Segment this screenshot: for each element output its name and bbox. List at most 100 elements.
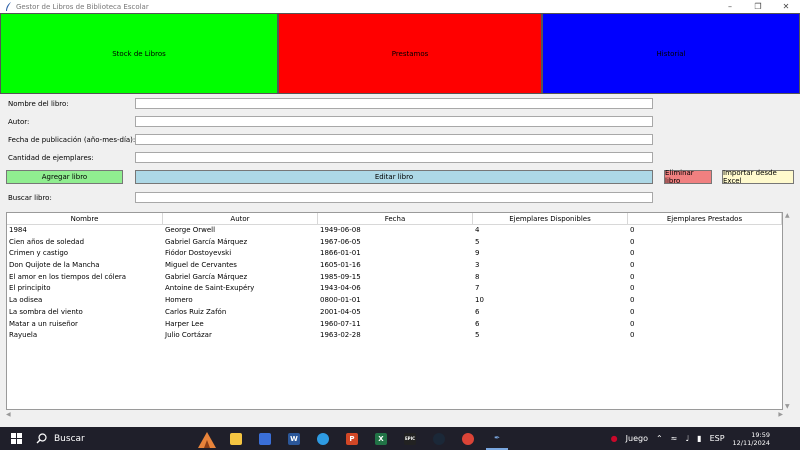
table-row[interactable]: El amor en los tiempos del cólera Gabriel… xyxy=(7,272,782,284)
table-cell: 0 xyxy=(630,272,635,281)
edge-icon[interactable] xyxy=(312,427,334,450)
table-row[interactable]: Don Quijote de la Mancha Miguel de Cervan… xyxy=(7,260,782,272)
minimize-icon[interactable]: – xyxy=(716,0,744,13)
table-row[interactable]: La sombra del viento Carlos Ruiz Zafón 200… xyxy=(7,307,782,319)
table-cell: Crimen y castigo xyxy=(9,249,69,258)
wifi-icon[interactable]: ≈ xyxy=(671,434,678,443)
column-header-fecha[interactable]: Fecha xyxy=(318,213,473,224)
agregar-libro-button[interactable]: Agregar libro xyxy=(6,170,123,184)
table-cell: Julio Cortázar xyxy=(165,331,212,340)
table-row[interactable]: Cien años de soledad Gabriel García Márqu… xyxy=(7,237,782,249)
buscar-label: Buscar libro: xyxy=(8,194,52,202)
juego-label[interactable]: Juego xyxy=(626,434,648,443)
importar-excel-button[interactable]: Importar desde Excel xyxy=(722,169,794,185)
window-title: Gestor de Libros de Biblioteca Escolar xyxy=(16,2,149,11)
table-cell: 0 xyxy=(630,249,635,258)
table-cell: 0800-01-01 xyxy=(320,296,361,305)
table-cell: 10 xyxy=(475,296,484,305)
scroll-right-icon[interactable]: ▶ xyxy=(778,411,783,418)
table-cell: 0 xyxy=(630,296,635,305)
importar-excel-label: Importar desde Excel xyxy=(723,169,777,185)
python-app-icon[interactable]: ✒ xyxy=(486,427,508,450)
column-header-autor[interactable]: Autor xyxy=(163,213,318,224)
table-cell: 4 xyxy=(475,226,480,234)
cantidad-row: Cantidad de ejemplares: xyxy=(0,152,800,164)
editar-libro-button[interactable]: Editar libro xyxy=(135,170,653,184)
table-cell: Gabriel García Márquez xyxy=(165,237,248,246)
nombre-label: Nombre del libro: xyxy=(8,100,69,108)
search-icon xyxy=(36,433,47,444)
scroll-up-icon[interactable]: ▲ xyxy=(785,212,790,219)
fecha-input[interactable] xyxy=(135,134,653,145)
column-header-nombre[interactable]: Nombre xyxy=(7,213,163,224)
epic-games-icon[interactable]: EPIC xyxy=(399,427,421,450)
table-cell: 1949-06-08 xyxy=(320,226,361,234)
table-cell: Homero xyxy=(165,296,193,305)
table-row[interactable]: El principito Antoine de Saint-Exupéry 194… xyxy=(7,283,782,295)
table-cell: 6 xyxy=(475,319,480,328)
chrome-icon[interactable] xyxy=(457,427,479,450)
nombre-row: Nombre del libro: xyxy=(0,98,800,110)
word-icon[interactable]: W xyxy=(283,427,305,450)
prestamos-button[interactable]: Prestamos xyxy=(278,13,542,94)
eliminar-libro-button[interactable]: Eliminar libro xyxy=(664,169,712,185)
section-nav: Stock de Libros Prestamos Historial xyxy=(0,13,800,94)
table-row[interactable]: La odisea Homero 0800-01-01 10 0 xyxy=(7,295,782,307)
agregar-libro-label: Agregar libro xyxy=(41,173,88,181)
battery-icon[interactable]: ▮ xyxy=(697,434,701,443)
table-cell: 0 xyxy=(630,261,635,270)
file-explorer-icon[interactable] xyxy=(225,427,247,450)
table-cell: 5 xyxy=(475,331,480,340)
table-cell: 0 xyxy=(630,331,635,340)
steam-icon[interactable] xyxy=(428,427,450,450)
windows-start-icon[interactable] xyxy=(6,433,26,444)
table-cell: Antoine de Saint-Exupéry xyxy=(165,284,255,293)
autor-row: Autor: xyxy=(0,116,800,128)
horizontal-scrollbar[interactable]: ◀ ▶ xyxy=(6,410,783,420)
historial-button[interactable]: Historial xyxy=(542,13,800,94)
table-cell: Rayuela xyxy=(9,331,38,340)
buscar-row: Buscar libro: xyxy=(0,192,800,204)
column-header-disponibles[interactable]: Ejemplares Disponibles xyxy=(473,213,628,224)
nba-icon[interactable]: ● xyxy=(611,434,618,443)
stock-button[interactable]: Stock de Libros xyxy=(0,13,278,94)
taskbar-search[interactable]: Buscar xyxy=(36,433,156,444)
chevron-up-icon[interactable]: ⌃ xyxy=(656,434,663,443)
title-bar: Gestor de Libros de Biblioteca Escolar –… xyxy=(0,0,800,13)
store-icon[interactable] xyxy=(254,427,276,450)
nombre-input[interactable] xyxy=(135,98,653,109)
table-row[interactable]: 1984 George Orwell 1949-06-08 4 0 xyxy=(7,225,782,237)
powerpoint-icon[interactable]: P xyxy=(341,427,363,450)
table-cell: 1943-04-06 xyxy=(320,284,361,293)
books-table: Nombre Autor Fecha Ejemplares Disponible… xyxy=(6,212,783,410)
excel-icon[interactable]: X xyxy=(370,427,392,450)
table-cell: Matar a un ruiseñor xyxy=(9,319,78,328)
fecha-label: Fecha de publicación (año-mes-día): xyxy=(8,136,136,144)
cantidad-label: Cantidad de ejemplares: xyxy=(8,154,94,162)
table-cell: Miguel de Cervantes xyxy=(165,261,237,270)
scroll-left-icon[interactable]: ◀ xyxy=(6,411,11,418)
column-header-prestados[interactable]: Ejemplares Prestados xyxy=(628,213,782,224)
table-cell: La sombra del viento xyxy=(9,307,83,316)
clock[interactable]: 19:59 12/11/2024 xyxy=(733,431,770,447)
autor-input[interactable] xyxy=(135,116,653,127)
vertical-scrollbar[interactable]: ▲ ▼ xyxy=(783,212,795,410)
cantidad-input[interactable] xyxy=(135,152,653,163)
table-cell: 0 xyxy=(630,284,635,293)
volume-icon[interactable]: ♩ xyxy=(685,434,689,443)
clock-date: 12/11/2024 xyxy=(732,438,770,447)
table-row[interactable]: Matar a un ruiseñor Harper Lee 1960-07-11 6… xyxy=(7,319,782,331)
historial-button-label: Historial xyxy=(656,49,686,58)
table-cell: 1963-02-28 xyxy=(320,331,361,340)
table-cell: 5 xyxy=(475,237,480,246)
table-row[interactable]: Crimen y castigo Fiódor Dostoyevski 1866-0… xyxy=(7,248,782,260)
scroll-down-icon[interactable]: ▼ xyxy=(785,403,790,410)
table-cell: Fiódor Dostoyevski xyxy=(165,249,232,258)
table-cell: 0 xyxy=(630,226,635,234)
table-row[interactable]: Rayuela Julio Cortázar 1963-02-28 5 0 xyxy=(7,330,782,342)
buscar-input[interactable] xyxy=(135,192,653,203)
table-cell: Harper Lee xyxy=(165,319,204,328)
language-indicator[interactable]: ESP xyxy=(710,434,725,443)
maximize-icon[interactable]: ❐ xyxy=(744,0,772,13)
close-icon[interactable]: ✕ xyxy=(772,0,800,13)
